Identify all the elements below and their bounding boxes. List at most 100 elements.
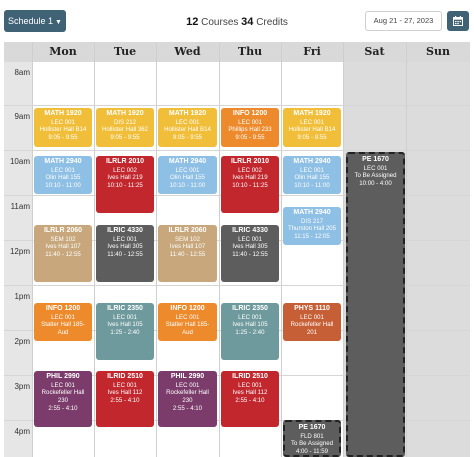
course-title: MATH 1920 bbox=[44, 110, 82, 117]
course-block[interactable]: MATH 2940 LEC 001 Olin Hall 155 10:10 - … bbox=[283, 156, 341, 194]
course-section: LEC 001 bbox=[51, 313, 75, 321]
course-block[interactable]: PHIL 2990 LEC 001 Rockefeller Hall 230 2… bbox=[34, 371, 92, 427]
hour-label: 11am bbox=[10, 202, 30, 211]
course-block[interactable]: MATH 2940 LEC 001 Olin Hall 155 10:10 - … bbox=[158, 156, 217, 194]
course-title: INFO 1200 bbox=[232, 110, 268, 117]
course-location: Statler Hall 185- bbox=[165, 321, 210, 329]
course-location: Hollister Hall 362 bbox=[101, 126, 149, 134]
hour-label: 2pm bbox=[14, 337, 30, 346]
day-column-sun[interactable] bbox=[406, 62, 470, 457]
hour-label: 1pm bbox=[14, 292, 30, 301]
course-block[interactable]: ILRLR 2010 LEC 002 Ives Hall 219 10:10 -… bbox=[96, 156, 154, 213]
course-time: 2:55 - 4:10 bbox=[48, 405, 78, 413]
course-title: MATH 2940 bbox=[168, 158, 207, 165]
course-block[interactable]: MATH 2940 DIS 217 Thurston Hall 205 11:1… bbox=[283, 207, 341, 245]
course-section: LEC 001 bbox=[113, 313, 137, 321]
course-title: MATH 2940 bbox=[44, 158, 82, 165]
course-location-line2: 201 bbox=[306, 329, 318, 337]
course-time: 10:10 - 11:25 bbox=[232, 182, 268, 190]
course-location: Rockefeller Hall bbox=[166, 389, 209, 397]
course-time: 11:40 - 12:55 bbox=[107, 251, 143, 259]
course-location: Olin Hall 155 bbox=[294, 174, 330, 182]
hour-line bbox=[4, 105, 470, 106]
course-block[interactable]: ILRLR 2060 SEM 102 Ives Hall 107 11:40 -… bbox=[158, 225, 217, 282]
course-time: 2:55 - 4:10 bbox=[110, 397, 140, 405]
course-block[interactable]: ILRLR 2060 SEM 102 Ives Hall 107 11:40 -… bbox=[34, 225, 92, 282]
course-time: 9:05 - 9:55 bbox=[48, 134, 78, 142]
course-block[interactable]: ILRID 2510 LEC 001 Ives Hall 112 2:55 - … bbox=[96, 371, 154, 427]
course-time: 11:40 - 12:55 bbox=[232, 251, 268, 259]
course-section: LEC 001 bbox=[113, 381, 137, 389]
day-header-fri: Fri bbox=[281, 42, 343, 62]
course-title: INFO 1200 bbox=[45, 305, 81, 312]
course-block[interactable]: MATH 1920 LEC 001 Hollister Hall B14 9:0… bbox=[158, 108, 217, 147]
course-location: Rockefeller Hall bbox=[41, 389, 85, 397]
course-location: Ives Hall 112 bbox=[232, 389, 268, 397]
course-title: MATH 1920 bbox=[293, 110, 331, 117]
course-location: Rockefeller Hall bbox=[290, 321, 334, 329]
course-block[interactable]: ILRID 2510 LEC 001 Ives Hall 112 2:55 - … bbox=[221, 371, 279, 427]
course-time: 4:00 - 11:59 bbox=[295, 448, 329, 456]
course-time: 11:15 - 12:05 bbox=[294, 233, 330, 241]
course-section: LEC 001 bbox=[238, 381, 262, 389]
course-block[interactable]: PHIL 2990 LEC 001 Rockefeller Hall 230 2… bbox=[158, 371, 217, 427]
course-block[interactable]: ILRIC 4330 LEC 001 Ives Hall 305 11:40 -… bbox=[96, 225, 154, 282]
course-block[interactable]: ILRLR 2010 LEC 002 Ives Hall 219 10:10 -… bbox=[221, 156, 279, 213]
course-title: ILRID 2510 bbox=[232, 373, 268, 380]
calendar-icon bbox=[453, 16, 463, 26]
credits-label: Credits bbox=[256, 17, 288, 28]
course-section: LEC 001 bbox=[238, 235, 262, 243]
course-section: LEC 001 bbox=[175, 166, 200, 174]
hour-line bbox=[4, 150, 470, 151]
course-time: 11:40 - 12:55 bbox=[169, 251, 206, 259]
course-time: 9:05 - 9:55 bbox=[235, 134, 265, 142]
header-corner bbox=[4, 42, 32, 62]
course-block[interactable]: MATH 2940 LEC 001 Olin Hall 155 10:10 - … bbox=[34, 156, 92, 194]
course-block[interactable]: ILRIC 2350 LEC 001 Ives Hall 105 1:25 - … bbox=[96, 303, 154, 360]
course-section: LEC 001 bbox=[363, 164, 388, 172]
course-title: ILRIC 2350 bbox=[107, 305, 143, 312]
calendar-button[interactable] bbox=[447, 11, 469, 31]
course-location-line2: Aud bbox=[182, 329, 193, 337]
course-section: LEC 001 bbox=[300, 118, 324, 126]
course-location-line2: 230 bbox=[57, 397, 69, 405]
course-location-line2: 230 bbox=[182, 397, 193, 405]
course-location: Ives Hall 305 bbox=[232, 243, 268, 251]
course-block[interactable]: PHYS 1110 LEC 001 Rockefeller Hall 201 bbox=[283, 303, 341, 341]
course-block[interactable]: MATH 1920 LEC 001 Hollister Hall B14 9:0… bbox=[283, 108, 341, 147]
course-title: ILRIC 4330 bbox=[107, 227, 143, 234]
course-section: LEC 001 bbox=[175, 313, 200, 321]
course-title: MATH 1920 bbox=[106, 110, 144, 117]
course-block[interactable]: ILRIC 2350 LEC 001 Ives Hall 105 1:25 - … bbox=[221, 303, 279, 360]
course-block[interactable]: INFO 1200 LEC 001 Statler Hall 185- Aud bbox=[158, 303, 217, 341]
hour-label: 9am bbox=[14, 112, 30, 121]
course-block[interactable]: INFO 1200 LEC 001 Statler Hall 185- Aud bbox=[34, 303, 92, 341]
course-location: Ives Hall 105 bbox=[232, 321, 268, 329]
course-title: PHYS 1110 bbox=[294, 305, 330, 312]
course-block[interactable]: MATH 1920 DIS 212 Hollister Hall 362 9:0… bbox=[96, 108, 154, 147]
course-title: ILRLR 2060 bbox=[43, 227, 83, 234]
course-block[interactable]: ILRIC 4330 LEC 001 Ives Hall 305 11:40 -… bbox=[221, 225, 279, 282]
course-section: LEC 001 bbox=[51, 166, 75, 174]
day-header-sat: Sat bbox=[343, 42, 406, 62]
course-title: ILRIC 4330 bbox=[232, 227, 268, 234]
course-section: LEC 001 bbox=[113, 235, 137, 243]
day-header-mon: Mon bbox=[32, 42, 94, 62]
course-location: Olin Hall 155 bbox=[45, 174, 81, 182]
course-time: 9:05 - 9:55 bbox=[297, 134, 327, 142]
day-header-thu: Thu bbox=[219, 42, 281, 62]
course-location: Phillips Hall 233 bbox=[228, 126, 272, 134]
course-block[interactable]: PE 1670 LEC 001 To Be Assigned 10:00 - 4… bbox=[346, 152, 405, 457]
course-section: LEC 001 bbox=[175, 381, 200, 389]
course-block[interactable]: PE 1670 FLD 801 To Be Assigned 4:00 - 11… bbox=[283, 420, 341, 457]
course-location: Ives Hall 219 bbox=[107, 174, 143, 182]
date-range-input[interactable]: Aug 21 - 27, 2023 bbox=[365, 11, 442, 31]
course-location: Olin Hall 155 bbox=[170, 174, 205, 182]
course-time: 1:25 - 2:40 bbox=[110, 329, 140, 337]
course-time: 9:05 - 9:55 bbox=[110, 134, 140, 142]
hour-label: 8am bbox=[14, 68, 30, 77]
course-section: SEM 102 bbox=[174, 235, 201, 243]
course-block[interactable]: MATH 1920 LEC 001 Hollister Hall B14 9:0… bbox=[34, 108, 92, 147]
course-block[interactable]: INFO 1200 LEC 001 Phillips Hall 233 9:05… bbox=[221, 108, 279, 147]
week-calendar-grid: Mon Tue Wed Thu Fri Sat Sun 8am 9am 10am… bbox=[4, 42, 470, 457]
